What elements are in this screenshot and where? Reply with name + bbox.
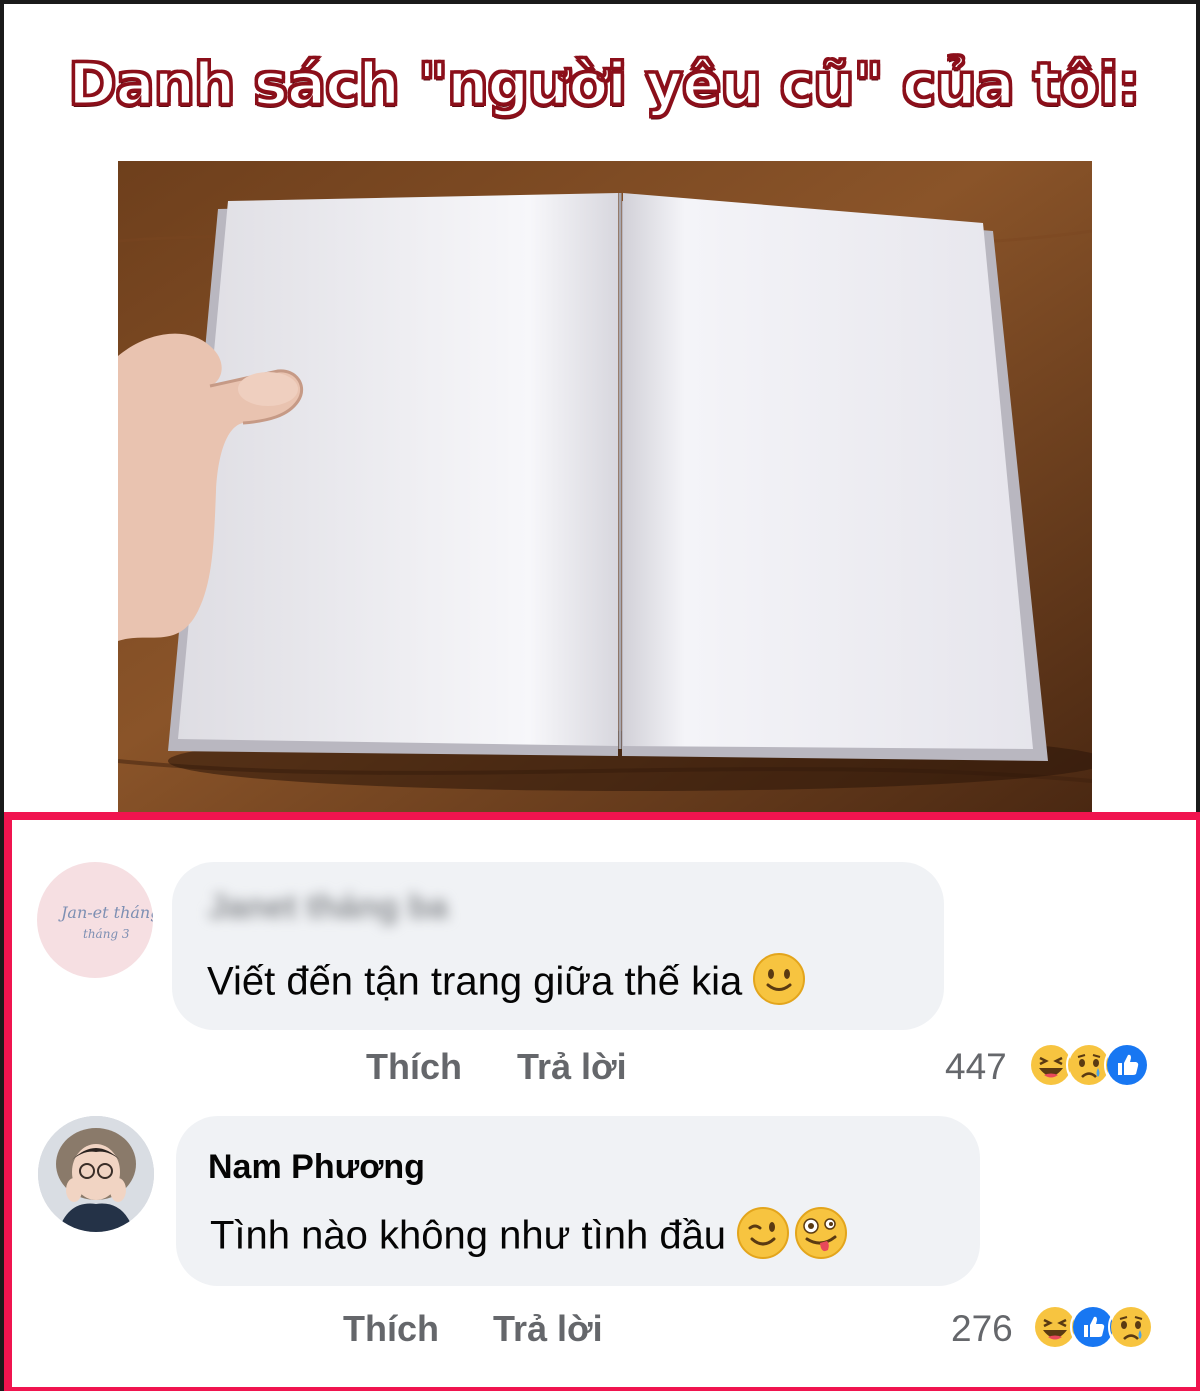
reply-button[interactable]: Trả lời bbox=[517, 1046, 627, 1088]
avatar[interactable] bbox=[38, 1116, 154, 1232]
comment-text: Viết đến tận trang giữa thế kia bbox=[207, 952, 806, 1016]
avatar-text: Jan-et tháng 3 bbox=[58, 903, 153, 922]
svg-text:tháng 3: tháng 3 bbox=[83, 927, 130, 941]
comment-author[interactable]: Janet tháng ba bbox=[208, 888, 448, 927]
like-button[interactable]: Thích bbox=[343, 1308, 439, 1350]
comments-section: Jan-et tháng 3 tháng 3 Janet tháng ba Vi… bbox=[4, 812, 1200, 1391]
zany-face-icon bbox=[794, 1206, 848, 1270]
avatar[interactable]: Jan-et tháng 3 tháng 3 bbox=[37, 862, 153, 978]
blank-notebook-photo bbox=[118, 161, 1092, 814]
like-reaction-icon bbox=[1104, 1042, 1150, 1088]
winking-face-icon bbox=[736, 1206, 790, 1270]
meme-frame: Danh sách "người yêu cũ" của tôi: Jan-et… bbox=[0, 0, 1200, 1391]
meme-title: Danh sách "người yêu cũ" của tôi: bbox=[67, 49, 1142, 120]
slightly-smiling-face-icon bbox=[752, 952, 806, 1016]
comment-text: Tình nào không như tình đầu bbox=[210, 1206, 848, 1270]
comment-author[interactable]: Nam Phương bbox=[208, 1148, 425, 1187]
reaction-icons[interactable] bbox=[1032, 1304, 1154, 1350]
reaction-icons[interactable] bbox=[1028, 1042, 1150, 1088]
like-button[interactable]: Thích bbox=[366, 1046, 462, 1088]
sad-reaction-icon bbox=[1108, 1304, 1154, 1350]
comment-text-content: Viết đến tận trang giữa thế kia bbox=[207, 959, 743, 1004]
reaction-count[interactable]: 447 bbox=[945, 1046, 1007, 1088]
comment-text-content: Tình nào không như tình đầu bbox=[210, 1213, 727, 1258]
reply-button[interactable]: Trả lời bbox=[493, 1308, 603, 1350]
reaction-count[interactable]: 276 bbox=[951, 1308, 1013, 1350]
